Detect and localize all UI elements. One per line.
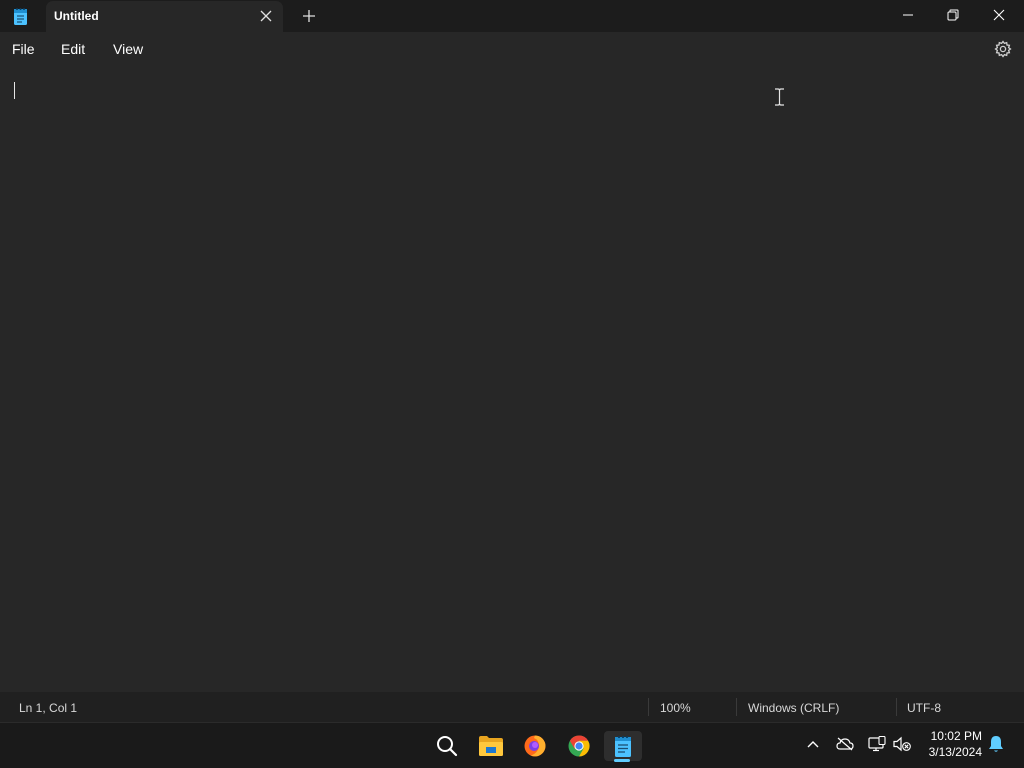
clock-date: 3/13/2024 bbox=[928, 745, 982, 759]
menu-bar: File Edit View bbox=[0, 32, 1024, 68]
tab-close-icon[interactable] bbox=[259, 9, 273, 23]
file-explorer-icon bbox=[479, 736, 503, 756]
status-bar: Ln 1, Col 1 100% Windows (CRLF) UTF-8 bbox=[0, 692, 1024, 722]
show-hidden-icons-button[interactable] bbox=[803, 734, 823, 754]
gear-icon bbox=[994, 40, 1012, 58]
plus-icon bbox=[303, 10, 315, 22]
notepad-icon bbox=[10, 6, 32, 26]
network-tray[interactable] bbox=[867, 734, 887, 754]
chevron-up-icon bbox=[807, 741, 819, 748]
volume-muted-icon bbox=[893, 736, 911, 752]
status-divider bbox=[648, 698, 649, 716]
line-ending[interactable]: Windows (CRLF) bbox=[748, 701, 839, 715]
taskbar-search-button[interactable] bbox=[432, 731, 462, 761]
bell-icon bbox=[989, 736, 1003, 752]
taskbar-chrome[interactable] bbox=[564, 731, 594, 761]
settings-button[interactable] bbox=[994, 40, 1012, 58]
menu-view[interactable]: View bbox=[113, 41, 143, 57]
minimize-button[interactable] bbox=[885, 0, 931, 30]
zoom-level[interactable]: 100% bbox=[660, 701, 691, 715]
volume-tray[interactable] bbox=[892, 734, 912, 754]
tab-untitled[interactable]: Untitled bbox=[46, 1, 283, 32]
taskbar-notepad[interactable] bbox=[604, 731, 642, 761]
notifications-button[interactable] bbox=[986, 734, 1006, 754]
chrome-icon bbox=[568, 735, 590, 757]
text-editor[interactable] bbox=[0, 68, 1024, 692]
notepad-icon bbox=[615, 735, 631, 757]
tab-title: Untitled bbox=[54, 9, 99, 23]
cloud-offline-icon bbox=[836, 737, 854, 751]
restore-icon bbox=[947, 9, 959, 21]
active-app-indicator bbox=[614, 759, 630, 762]
taskbar-file-explorer[interactable] bbox=[476, 731, 506, 761]
firefox-icon bbox=[524, 735, 546, 757]
close-icon bbox=[993, 9, 1005, 21]
new-tab-button[interactable] bbox=[298, 6, 320, 26]
onedrive-tray[interactable] bbox=[835, 734, 855, 754]
search-icon bbox=[437, 736, 458, 757]
minimize-icon bbox=[903, 14, 913, 16]
restore-button[interactable] bbox=[930, 0, 976, 30]
system-clock[interactable]: 10:02 PM 3/13/2024 bbox=[918, 728, 982, 760]
text-caret bbox=[14, 82, 15, 99]
encoding[interactable]: UTF-8 bbox=[907, 701, 941, 715]
taskbar-firefox[interactable] bbox=[520, 731, 550, 761]
status-divider bbox=[896, 698, 897, 716]
menu-edit[interactable]: Edit bbox=[61, 41, 85, 57]
close-window-button[interactable] bbox=[976, 0, 1022, 30]
ibeam-cursor-icon bbox=[774, 88, 785, 106]
status-divider bbox=[736, 698, 737, 716]
network-icon bbox=[868, 736, 886, 752]
cursor-position: Ln 1, Col 1 bbox=[19, 701, 78, 715]
clock-time: 10:02 PM bbox=[930, 729, 982, 743]
menu-file[interactable]: File bbox=[12, 41, 35, 57]
title-bar: Untitled bbox=[0, 0, 1024, 32]
